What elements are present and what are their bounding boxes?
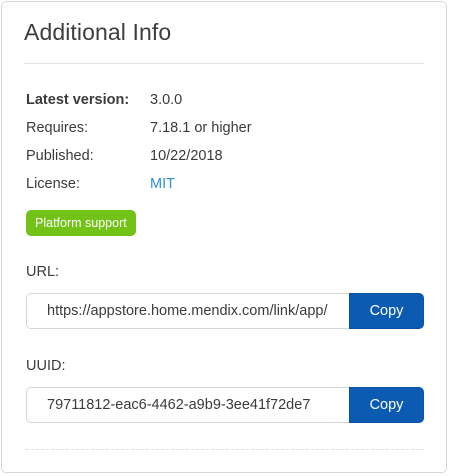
meta-row-license: License: MIT — [24, 174, 424, 202]
uuid-label: UUID: — [26, 358, 66, 374]
metadata-list: Latest version: 3.0.0 Requires: 7.18.1 o… — [24, 90, 424, 202]
copy-url-button[interactable]: Copy — [349, 293, 424, 329]
uuid-field[interactable] — [26, 387, 349, 423]
published-label: Published: — [26, 148, 94, 164]
latest-version-value: 3.0.0 — [150, 92, 183, 108]
platform-support-badge[interactable]: Platform support — [26, 210, 136, 236]
requires-label: Requires: — [26, 120, 89, 136]
copy-uuid-button[interactable]: Copy — [349, 387, 424, 423]
meta-row-latest-version: Latest version: 3.0.0 — [24, 90, 424, 118]
requires-value: 7.18.1 or higher — [150, 120, 252, 136]
license-link[interactable]: MIT — [150, 174, 175, 194]
url-label: URL: — [26, 264, 60, 280]
panel-title: Additional Info — [24, 19, 172, 45]
latest-version-label: Latest version: — [26, 92, 130, 108]
uuid-copy-group: Copy — [26, 387, 424, 423]
published-value: 10/22/2018 — [150, 148, 223, 164]
meta-row-published: Published: 10/22/2018 — [24, 146, 424, 174]
license-label: License: — [26, 176, 81, 192]
url-field[interactable] — [26, 293, 349, 329]
section-divider — [26, 449, 424, 450]
title-divider — [24, 63, 424, 64]
url-copy-group: Copy — [26, 293, 424, 329]
meta-row-requires: Requires: 7.18.1 or higher — [24, 118, 424, 146]
